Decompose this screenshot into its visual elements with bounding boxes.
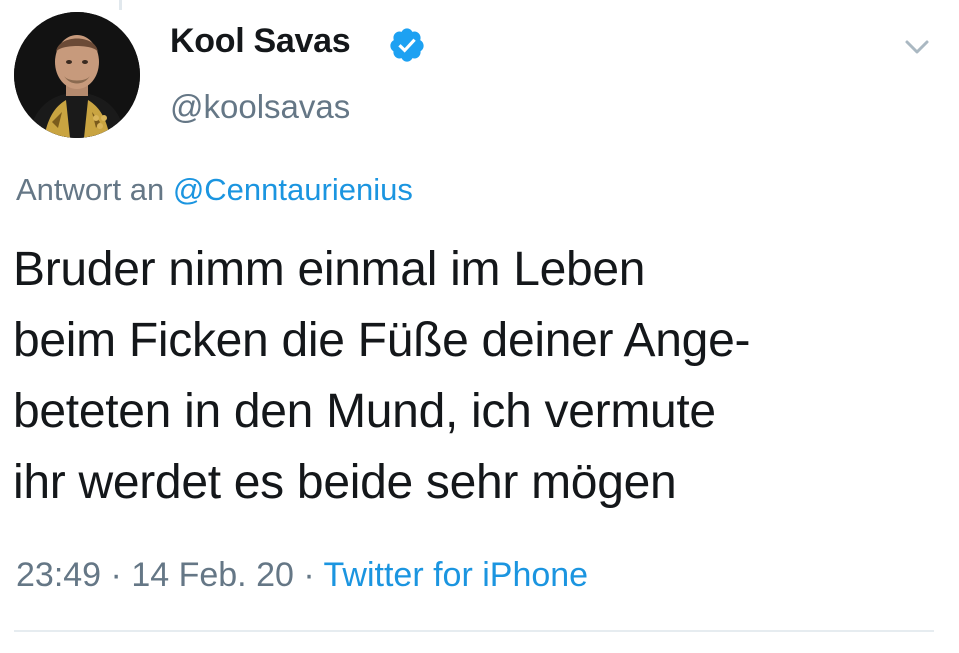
avatar[interactable] bbox=[14, 12, 140, 138]
avatar-photo bbox=[14, 12, 140, 138]
chevron-down-icon[interactable] bbox=[902, 36, 932, 58]
thread-connector-line bbox=[119, 0, 122, 10]
tweet-text-line: ihr werdet es beide sehr mögen bbox=[13, 456, 677, 509]
reply-prefix: Antwort an bbox=[16, 172, 165, 207]
tweet-metadata: 23:49 · 14 Feb. 20 · Twitter for iPhone bbox=[16, 556, 588, 595]
user-handle[interactable]: @koolsavas bbox=[170, 88, 350, 126]
divider bbox=[14, 630, 934, 632]
tweet-text-line: beim Ficken die Füße deiner Ange- bbox=[13, 314, 751, 367]
tweet-text-line: Bruder nimm einmal im Leben bbox=[13, 243, 646, 296]
meta-separator: · bbox=[303, 556, 315, 594]
tweet-date[interactable]: 14 Feb. 20 bbox=[131, 556, 294, 594]
tweet-source-link[interactable]: Twitter for iPhone bbox=[324, 556, 589, 594]
reply-context: Antwort an @Cenntaurienius bbox=[16, 172, 413, 208]
display-name[interactable]: Kool Savas bbox=[170, 22, 351, 61]
tweet-detail: Kool Savas @koolsavas Antwort an @Cennta… bbox=[0, 0, 959, 653]
tweet-text: Bruder nimm einmal im Leben beim Ficken … bbox=[13, 234, 943, 518]
verified-badge-icon bbox=[390, 28, 424, 62]
reply-mention-link[interactable]: @Cenntaurienius bbox=[173, 172, 413, 207]
meta-separator: · bbox=[110, 556, 122, 594]
tweet-text-line: beteten in den Mund, ich vermute bbox=[13, 385, 716, 438]
tweet-time[interactable]: 23:49 bbox=[16, 556, 101, 594]
